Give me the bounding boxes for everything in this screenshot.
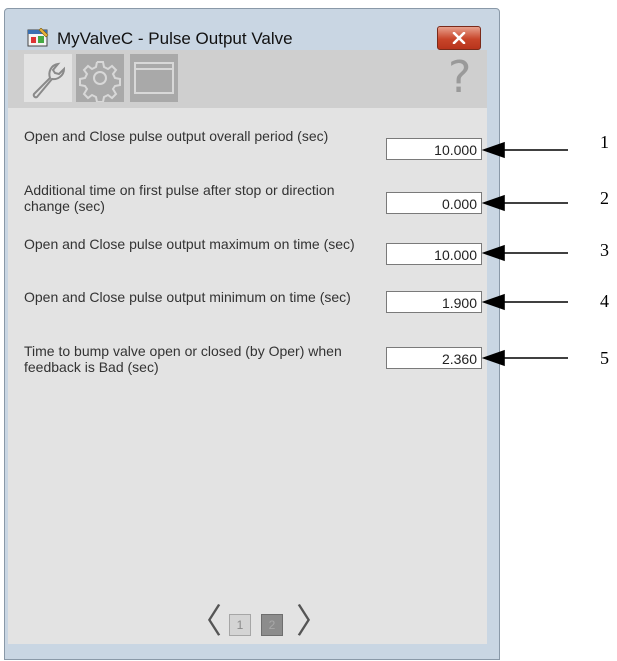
param-label: Additional time on first pulse after sto… <box>24 182 335 214</box>
callout-number-1: 1 <box>600 132 609 152</box>
tab-engineering[interactable] <box>76 54 124 103</box>
tab-maintenance[interactable] <box>24 54 72 102</box>
page-2-button[interactable]: 2 <box>261 614 283 636</box>
next-page-arrow[interactable]: 〉 <box>296 602 330 642</box>
param-label: Time to bump valve open or closed (by Op… <box>24 343 342 375</box>
param-label: Open and Close pulse output maximum on t… <box>24 236 355 252</box>
close-button[interactable] <box>437 26 481 50</box>
param-label: Open and Close pulse output minimum on t… <box>24 289 351 305</box>
param-input[interactable]: 10.000 <box>386 138 482 160</box>
app-valve-icon <box>27 27 49 48</box>
wrench-icon <box>32 62 66 99</box>
tab-bar: ? <box>8 50 487 108</box>
param-input[interactable]: 1.900 <box>386 291 482 313</box>
close-icon <box>452 32 466 44</box>
callout-number-4: 4 <box>600 291 609 311</box>
page-1-button[interactable]: 1 <box>229 614 251 636</box>
gear-icon <box>79 61 121 103</box>
callout-number-3: 3 <box>600 240 609 260</box>
param-input[interactable]: 10.000 <box>386 243 482 265</box>
window-title: MyValveC - Pulse Output Valve <box>57 29 293 48</box>
callout-number-2: 2 <box>600 188 609 208</box>
prev-page-arrow[interactable]: 〈 <box>188 602 222 642</box>
callout-number-5: 5 <box>600 348 609 368</box>
tab-display[interactable] <box>130 54 178 102</box>
window-icon <box>134 62 174 94</box>
param-input[interactable]: 0.000 <box>386 192 482 214</box>
param-label: Open and Close pulse output overall peri… <box>24 128 329 144</box>
callout-arrows <box>482 141 568 367</box>
param-input[interactable]: 2.360 <box>386 347 482 369</box>
help-icon[interactable]: ? <box>448 53 471 103</box>
